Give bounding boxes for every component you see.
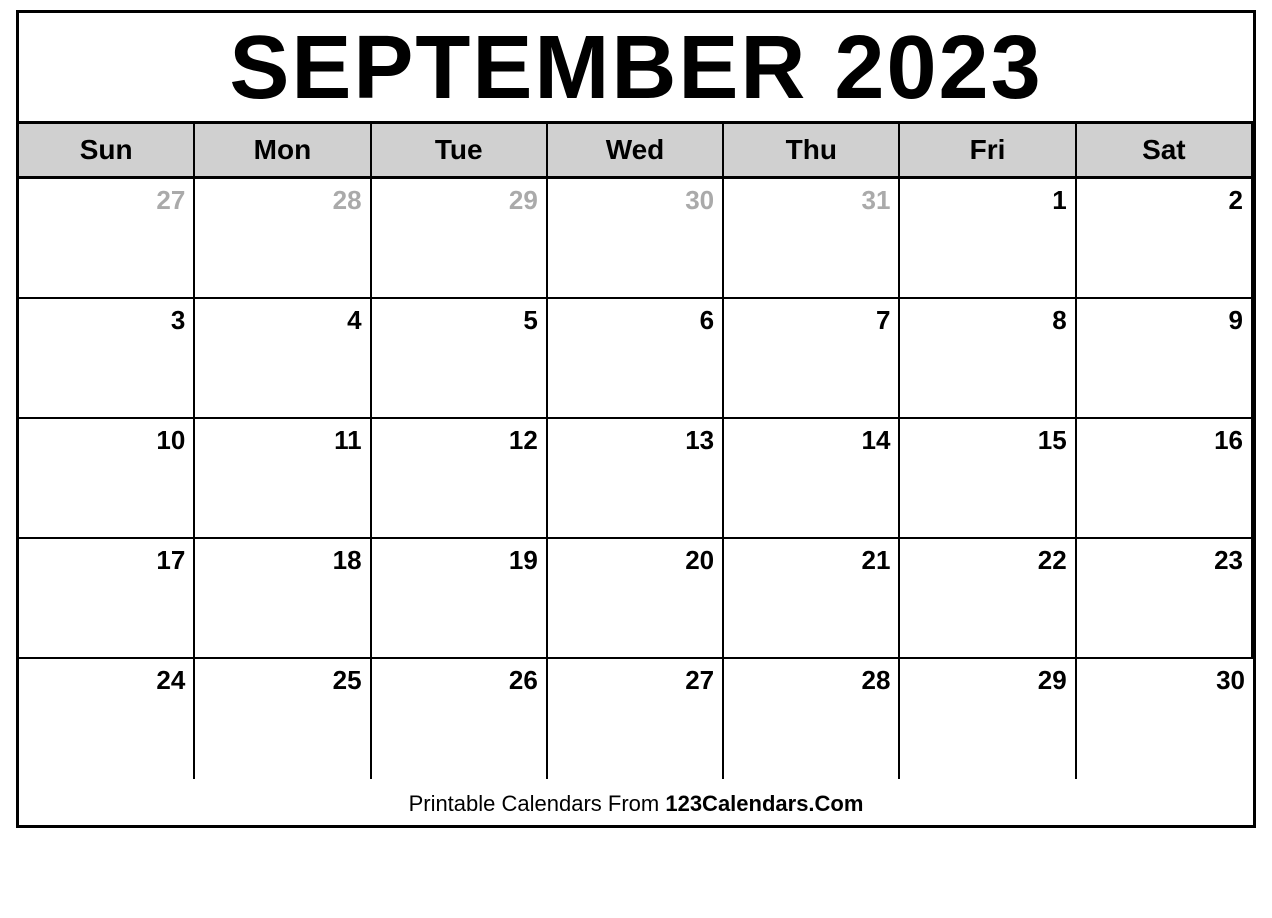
day-cell: 28	[724, 659, 900, 779]
day-cell: 29	[372, 179, 548, 299]
day-cell: 26	[372, 659, 548, 779]
day-cell: 20	[548, 539, 724, 659]
day-cell: 22	[900, 539, 1076, 659]
day-cell: 30	[548, 179, 724, 299]
day-cell: 31	[724, 179, 900, 299]
day-header-tue: Tue	[372, 124, 548, 179]
calendar-title: SEPTEMBER 2023	[19, 13, 1253, 124]
day-header-thu: Thu	[724, 124, 900, 179]
calendar: SEPTEMBER 2023 SunMonTueWedThuFriSat2728…	[16, 10, 1256, 828]
day-cell: 1	[900, 179, 1076, 299]
day-cell: 16	[1077, 419, 1253, 539]
day-header-mon: Mon	[195, 124, 371, 179]
day-cell: 30	[1077, 659, 1253, 779]
day-cell: 23	[1077, 539, 1253, 659]
footer-text: Printable Calendars From	[409, 791, 666, 816]
day-cell: 7	[724, 299, 900, 419]
day-cell: 3	[19, 299, 195, 419]
day-cell: 29	[900, 659, 1076, 779]
day-cell: 6	[548, 299, 724, 419]
day-cell: 5	[372, 299, 548, 419]
day-cell: 8	[900, 299, 1076, 419]
day-cell: 2	[1077, 179, 1253, 299]
day-cell: 11	[195, 419, 371, 539]
day-header-wed: Wed	[548, 124, 724, 179]
day-cell: 24	[19, 659, 195, 779]
day-cell: 9	[1077, 299, 1253, 419]
day-cell: 14	[724, 419, 900, 539]
day-header-fri: Fri	[900, 124, 1076, 179]
calendar-grid: SunMonTueWedThuFriSat2728293031123456789…	[19, 124, 1253, 779]
day-cell: 27	[548, 659, 724, 779]
day-cell: 15	[900, 419, 1076, 539]
day-header-sat: Sat	[1077, 124, 1253, 179]
day-cell: 19	[372, 539, 548, 659]
day-cell: 12	[372, 419, 548, 539]
day-cell: 28	[195, 179, 371, 299]
day-cell: 18	[195, 539, 371, 659]
day-cell: 10	[19, 419, 195, 539]
calendar-footer: Printable Calendars From 123Calendars.Co…	[19, 779, 1253, 825]
day-cell: 17	[19, 539, 195, 659]
day-cell: 25	[195, 659, 371, 779]
day-cell: 4	[195, 299, 371, 419]
footer-brand: 123Calendars.Com	[665, 791, 863, 816]
day-cell: 13	[548, 419, 724, 539]
day-cell: 27	[19, 179, 195, 299]
day-header-sun: Sun	[19, 124, 195, 179]
day-cell: 21	[724, 539, 900, 659]
